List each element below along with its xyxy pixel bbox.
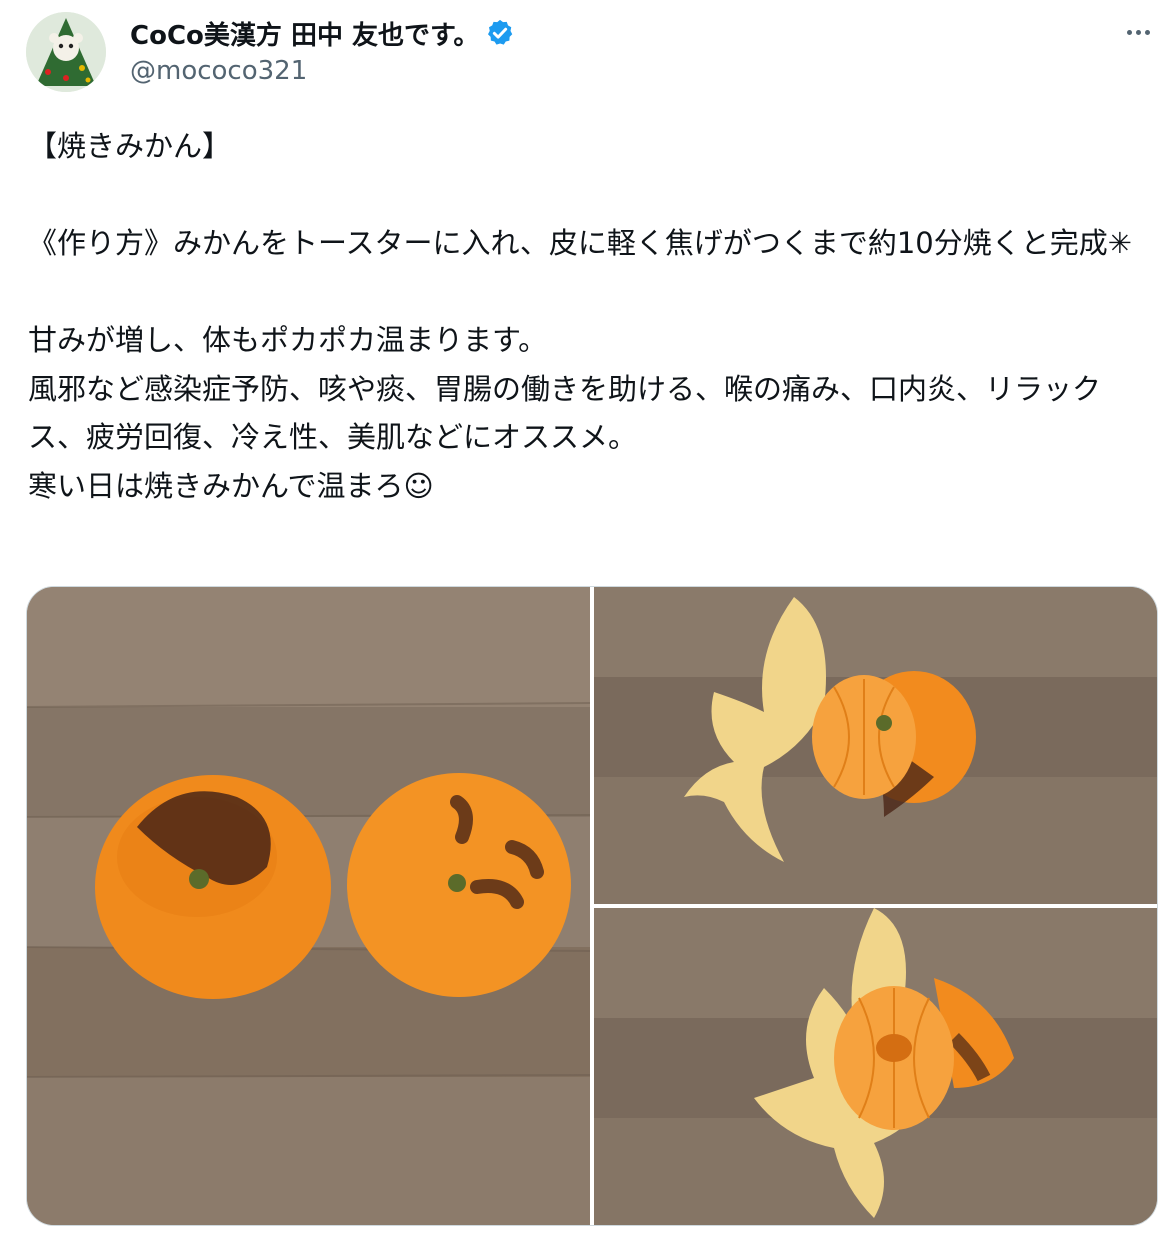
media-grid <box>26 586 1158 1226</box>
display-name[interactable]: CoCo美漢方 田中 友也です。 <box>130 15 479 52</box>
author-handle[interactable]: @mococo321 <box>130 56 307 86</box>
avatar-image <box>26 12 106 92</box>
photo-peeled-mandarin-1[interactable] <box>594 587 1157 904</box>
verified-badge-icon <box>488 19 513 45</box>
photo-peeled-mandarin-2[interactable] <box>594 908 1157 1225</box>
tweet-text: 【焼きみかん】 《作り方》みかんをトースターに入れ、皮に軽く焦げがつくまで約10… <box>28 129 1133 503</box>
author-name-row[interactable]: CoCo美漢方 田中 友也です。 <box>130 14 515 52</box>
photo-two-grilled-mandarins[interactable] <box>27 587 590 1225</box>
avatar[interactable] <box>26 12 106 92</box>
more-options-icon[interactable] <box>1118 20 1158 44</box>
